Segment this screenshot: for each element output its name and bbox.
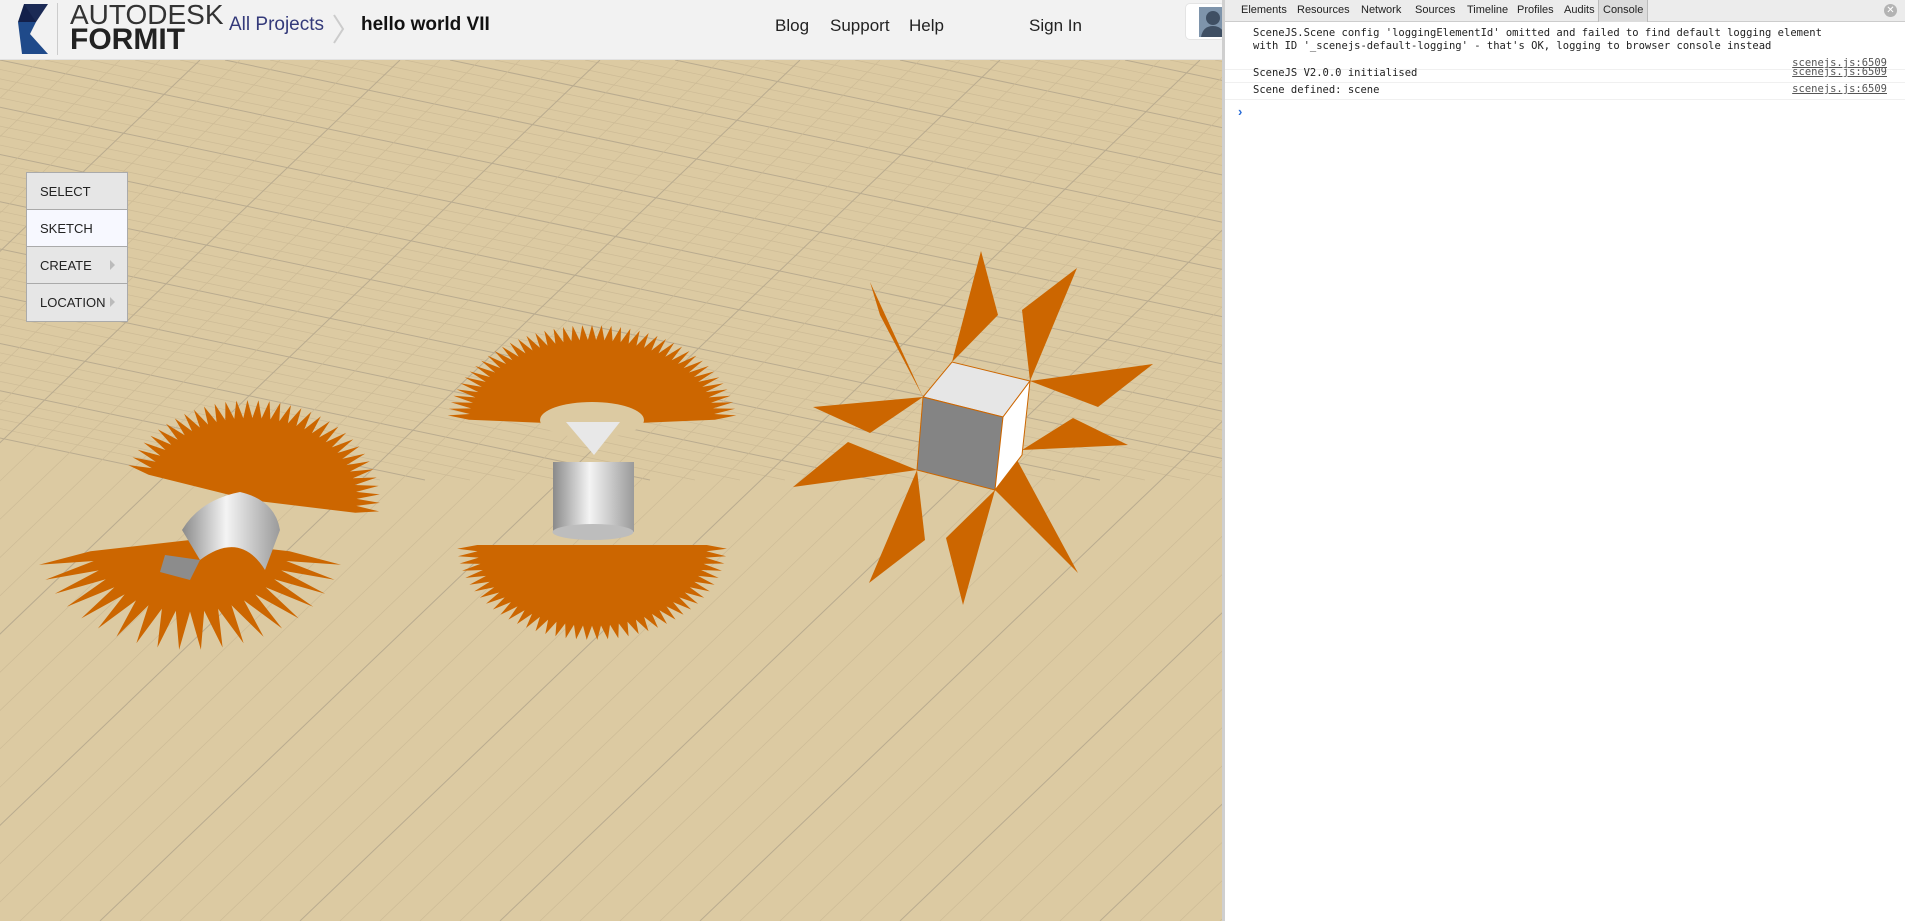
console-message-text: SceneJS.Scene config 'loggingElementId' … bbox=[1253, 27, 1822, 52]
breadcrumb-chevron-icon bbox=[333, 14, 345, 44]
devtools-tab-sources[interactable]: Sources bbox=[1415, 4, 1455, 16]
menu-item-location[interactable]: LOCATION bbox=[27, 284, 127, 321]
orange-spike bbox=[793, 442, 917, 487]
orange-spike bbox=[995, 458, 1078, 573]
grid-line bbox=[314, 59, 1222, 251]
devtools-panel: Elements Resources Network Sources Timeline P… bbox=[1222, 0, 1905, 921]
menu-item-create[interactable]: CREATE bbox=[27, 247, 127, 284]
autodesk-logo-icon bbox=[18, 4, 48, 54]
cylinder-body bbox=[553, 462, 634, 532]
console-message-text: SceneJS V2.0.0 initialised bbox=[1253, 67, 1418, 79]
console-prompt-icon[interactable]: › bbox=[1238, 104, 1242, 119]
submenu-arrow-icon bbox=[110, 297, 115, 307]
devtools-tab-console[interactable]: Console bbox=[1598, 0, 1649, 22]
orange-spike bbox=[1022, 268, 1077, 381]
orange-lower-fan bbox=[457, 545, 727, 640]
header: AUTODESK FORMIT All Projects hello world… bbox=[0, 0, 1222, 60]
nav-blog[interactable]: Blog bbox=[775, 16, 809, 36]
menu-item-sketch[interactable]: SKETCH bbox=[27, 210, 127, 247]
menu-item-label: CREATE bbox=[40, 258, 92, 273]
console-source-link[interactable]: scenejs.js:6509 bbox=[1792, 83, 1887, 95]
console-message: Scene defined: scene scenejs.js:6509 bbox=[1225, 82, 1905, 100]
logo-formit: FORMIT bbox=[70, 23, 185, 56]
grid-line bbox=[19, 59, 921, 921]
devtools-tab-timeline[interactable]: Timeline bbox=[1467, 4, 1508, 16]
grid-line bbox=[0, 295, 876, 481]
grid-line bbox=[269, 59, 1222, 261]
grid-line bbox=[1034, 59, 1222, 100]
scene-canvas[interactable] bbox=[0, 59, 1222, 921]
sign-in-link[interactable]: Sign In bbox=[1029, 16, 1082, 36]
grid-line bbox=[379, 115, 1222, 921]
nav-help[interactable]: Help bbox=[909, 16, 944, 36]
orange-spike bbox=[1022, 418, 1128, 450]
grid-line bbox=[1139, 842, 1222, 921]
menu-item-label: SELECT bbox=[40, 184, 91, 199]
orange-left-fan-bottom bbox=[39, 540, 341, 650]
orange-spike bbox=[869, 470, 925, 583]
grid-line bbox=[0, 59, 881, 903]
close-devtools-icon[interactable]: ✕ bbox=[1884, 4, 1897, 17]
grid-line bbox=[1124, 59, 1222, 81]
console-message-text: Scene defined: scene bbox=[1253, 84, 1380, 96]
console-source-link[interactable]: scenejs.js:6509 bbox=[1792, 66, 1887, 78]
grid-line bbox=[59, 59, 961, 921]
devtools-tab-network[interactable]: Network bbox=[1361, 4, 1401, 16]
grid-line bbox=[899, 612, 1222, 921]
inner-surface bbox=[566, 422, 620, 455]
orange-left-fan-top bbox=[128, 400, 380, 513]
menu-item-label: SKETCH bbox=[40, 221, 93, 236]
devtools-tab-profiles[interactable]: Profiles bbox=[1517, 4, 1554, 16]
breadcrumb-all-projects[interactable]: All Projects bbox=[229, 14, 324, 36]
grid-line bbox=[1059, 765, 1222, 921]
menu-item-label: LOCATION bbox=[40, 295, 106, 310]
grid-line bbox=[419, 153, 1222, 921]
avatar-icon bbox=[1199, 7, 1222, 37]
grid-line bbox=[659, 382, 1222, 921]
project-title: hello world VII bbox=[361, 14, 490, 35]
grid-line bbox=[1099, 803, 1222, 921]
nav-support[interactable]: Support bbox=[830, 16, 890, 36]
grid-line bbox=[579, 306, 1222, 921]
grid-line bbox=[339, 76, 1222, 921]
grid-line bbox=[939, 650, 1222, 921]
orange-spike bbox=[946, 490, 995, 605]
3d-viewport[interactable]: SELECT SKETCH CREATE LOCATION bbox=[0, 59, 1222, 921]
menu-item-select[interactable]: SELECT bbox=[27, 173, 127, 210]
grid-line bbox=[539, 268, 1222, 921]
devtools-tabs: Elements Resources Network Sources Timeline P… bbox=[1225, 0, 1905, 22]
logo-divider bbox=[57, 3, 58, 55]
formit-app: AUTODESK FORMIT All Projects hello world… bbox=[0, 0, 1222, 921]
grid-line bbox=[1019, 727, 1222, 921]
console-message: SceneJS V2.0.0 initialised scenejs.js:650… bbox=[1225, 65, 1905, 83]
grid-line bbox=[699, 420, 1222, 921]
devtools-tab-elements[interactable]: Elements bbox=[1241, 4, 1287, 16]
devtools-tab-resources[interactable]: Resources bbox=[1297, 4, 1350, 16]
devtools-tab-audits[interactable]: Audits bbox=[1564, 4, 1595, 16]
tool-menu: SELECT SKETCH CREATE LOCATION bbox=[26, 172, 128, 322]
orange-spike bbox=[1030, 364, 1153, 407]
user-avatar-button[interactable] bbox=[1185, 3, 1222, 40]
submenu-arrow-icon bbox=[110, 260, 115, 270]
cylinder-base bbox=[552, 524, 634, 540]
console-message: SceneJS.Scene config 'loggingElementId' … bbox=[1225, 25, 1905, 70]
